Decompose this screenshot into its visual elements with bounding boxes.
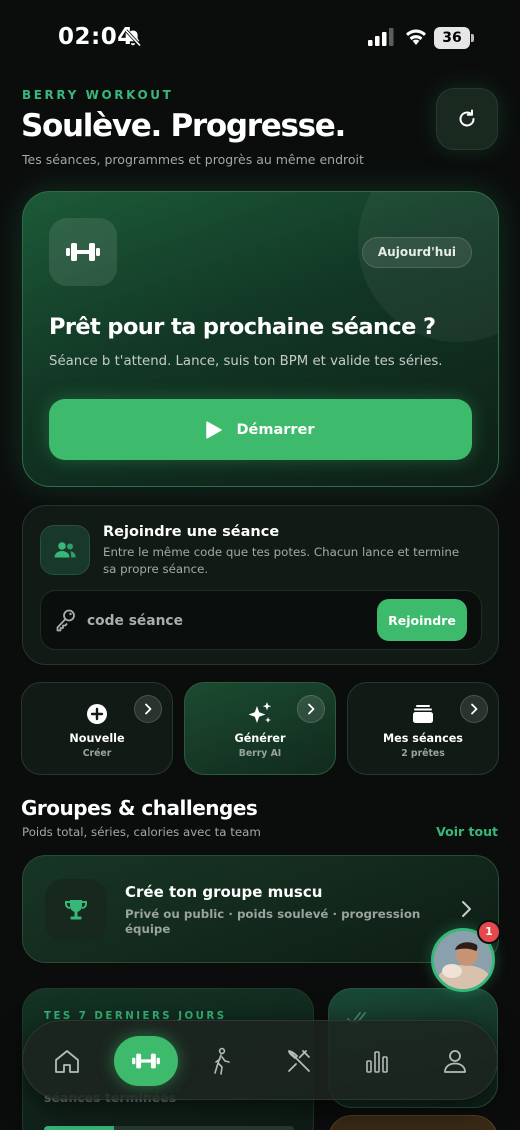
dumbbell-icon — [66, 243, 100, 261]
join-icon-box — [40, 525, 90, 575]
hero-icon-box — [49, 218, 117, 286]
quick-action-new[interactable]: Nouvelle Créer — [21, 682, 173, 775]
people-icon — [54, 542, 76, 558]
trophy-icon-box — [45, 879, 107, 941]
join-button[interactable]: Rejoindre — [377, 599, 467, 641]
stack-icon — [409, 700, 437, 728]
bar-chart-icon — [366, 1051, 388, 1073]
person-icon — [444, 1050, 466, 1073]
chevron-right-icon — [460, 695, 488, 723]
chevron-right-icon — [297, 695, 325, 723]
fork-knife-icon — [288, 1050, 310, 1072]
weekly-progress-fill — [44, 1126, 114, 1130]
join-description: Entre le même code que tes potes. Chacun… — [103, 545, 460, 576]
page-subtitle: Tes séances, programmes et progrès au mê… — [22, 152, 364, 167]
notification-badge: 1 — [477, 920, 501, 944]
tab-walk[interactable] — [195, 1035, 247, 1087]
tab-workout[interactable] — [114, 1036, 178, 1086]
session-code-input[interactable] — [87, 607, 337, 635]
refresh-icon — [459, 109, 475, 127]
tab-profile[interactable] — [429, 1035, 481, 1087]
quick-action-sub: Berry AI — [238, 748, 282, 759]
start-session-button[interactable]: Démarrer — [49, 399, 472, 460]
plus-circle-icon — [83, 700, 111, 728]
quick-action-sub: Créer — [82, 748, 112, 759]
app-eyebrow: BERRY WORKOUT — [22, 88, 174, 102]
quick-action-sub: 2 prêtes — [401, 748, 445, 759]
group-card-description: Privé ou public · poids soulevé · progre… — [125, 907, 421, 936]
home-icon — [55, 1050, 79, 1073]
chevron-right-icon — [134, 695, 162, 723]
sparkles-icon — [246, 700, 274, 728]
chevron-right-icon — [462, 901, 471, 917]
tab-stats[interactable] — [351, 1035, 403, 1087]
play-icon — [206, 420, 223, 439]
next-session-card: Aujourd'hui Prêt pour ta prochaine séanc… — [22, 191, 499, 487]
trophy-icon — [65, 900, 87, 920]
start-session-label: Démarrer — [236, 421, 315, 438]
quick-action-label: Générer — [234, 732, 286, 745]
side-stats-card-2[interactable] — [328, 1115, 498, 1130]
quick-action-label: Mes séances — [383, 732, 463, 745]
wifi-icon — [406, 29, 426, 45]
page-title: Soulève. Progresse. — [21, 108, 346, 144]
status-bar: 02:04 36 — [0, 0, 520, 70]
tab-nutrition[interactable] — [273, 1035, 325, 1087]
cellular-signal-icon — [368, 28, 394, 46]
groups-section-subtitle: Poids total, séries, calories avec ta te… — [22, 825, 261, 839]
refresh-button[interactable] — [436, 88, 498, 150]
weekly-progress-bar — [44, 1126, 294, 1130]
see-all-link[interactable]: Voir tout — [436, 824, 498, 839]
quick-action-my-sessions[interactable]: Mes séances 2 prêtes — [347, 682, 499, 775]
groups-section-title: Groupes & challenges — [21, 796, 258, 820]
quick-action-generate[interactable]: Générer Berry AI — [184, 682, 336, 775]
bottom-tab-bar — [22, 1020, 498, 1100]
tab-home[interactable] — [41, 1035, 93, 1087]
join-title: Rejoindre une séance — [103, 524, 280, 540]
join-code-row: Rejoindre — [40, 590, 482, 650]
create-group-card[interactable]: Crée ton groupe muscu Privé ou public · … — [22, 855, 499, 963]
quick-action-label: Nouvelle — [69, 732, 125, 745]
walking-icon — [214, 1047, 230, 1075]
group-card-title: Crée ton groupe muscu — [125, 883, 323, 901]
join-session-card: Rejoindre une séance Entre le même code … — [22, 505, 499, 665]
bell-slash-icon — [124, 29, 142, 47]
hero-title: Prêt pour ta prochaine séance ? — [49, 314, 436, 340]
today-badge: Aujourd'hui — [361, 237, 472, 268]
dumbbell-icon — [132, 1053, 160, 1069]
hero-description: Séance b t'attend. Lance, suis ton BPM e… — [49, 354, 443, 369]
battery-indicator: 36 — [434, 27, 474, 49]
key-icon — [56, 609, 75, 632]
